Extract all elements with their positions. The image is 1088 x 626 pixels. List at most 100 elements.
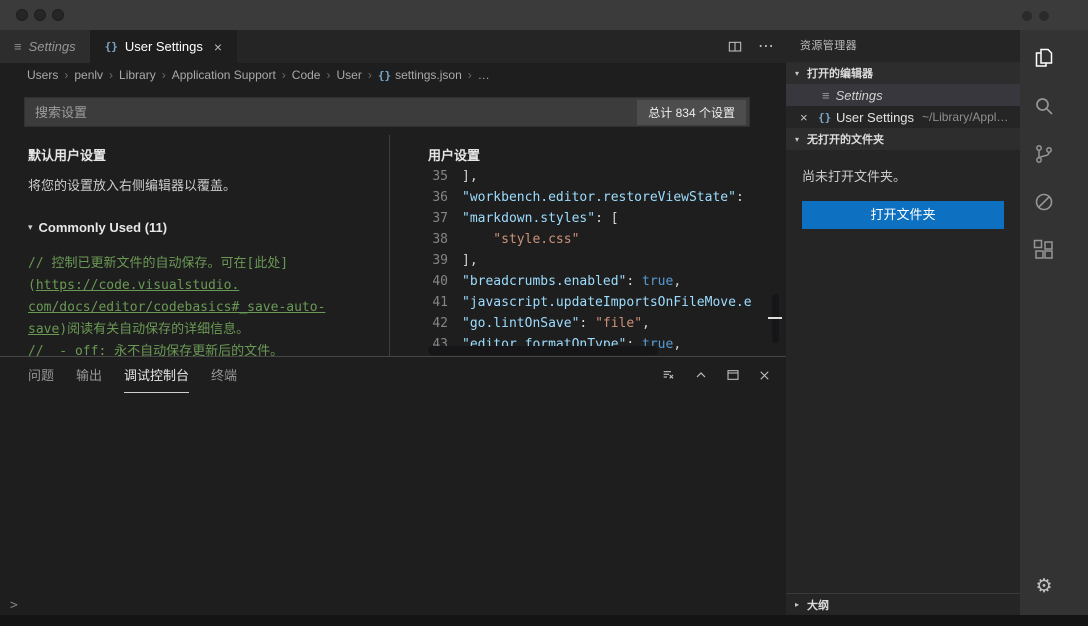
open-folder-button[interactable]: 打开文件夹 (802, 201, 1004, 229)
line-number: 35 (420, 166, 448, 187)
code-text: "style.css" (462, 229, 579, 250)
section-label: 无打开的文件夹 (807, 131, 884, 147)
user-settings-header: 用户设置 (428, 145, 786, 164)
code-token: : (579, 316, 595, 331)
breadcrumb-separator: › (64, 68, 68, 82)
chevron-down-icon: ▾ (792, 135, 802, 144)
breadcrumb-separator: › (468, 68, 472, 82)
breadcrumb-label: Users (27, 68, 58, 82)
debug-console-input[interactable]: > (0, 595, 786, 615)
breadcrumb-label: Code (292, 68, 321, 82)
code-line: 39], (420, 250, 786, 271)
bottom-panel: 问题输出调试控制台终端 (0, 356, 786, 626)
horizontal-scrollbar[interactable] (428, 346, 658, 355)
comment-text: save (28, 322, 59, 337)
open-editor-label: Settings (836, 88, 883, 103)
close-tab-icon[interactable]: × (214, 39, 222, 55)
panel-tabs: 问题输出调试控制台终端 (28, 357, 237, 393)
section-label: 大纲 (807, 597, 829, 613)
titlebar-dot (1039, 11, 1049, 21)
breadcrumb-label: penlv (74, 68, 103, 82)
restore-panel-icon[interactable] (725, 367, 741, 383)
chevron-right-icon: ▸ (792, 600, 802, 609)
code-line: 37"markdown.styles": [ (420, 208, 786, 229)
breadcrumb-label: Application Support (172, 68, 276, 82)
open-editor-path: ~/Library/Appl… (922, 110, 1008, 124)
breadcrumb-item[interactable]: … (478, 68, 490, 82)
commonly-used-section[interactable]: ▾ Commonly Used (11) (28, 220, 389, 235)
code-token: , (673, 274, 681, 289)
panel-tab[interactable]: 调试控制台 (124, 358, 189, 393)
code-line: 38 "style.css" (420, 229, 786, 250)
zoom-window-button[interactable] (52, 9, 64, 21)
comment-text: com/docs/editor/codebasics#_save-auto- (28, 300, 325, 315)
close-panel-icon[interactable] (757, 368, 772, 383)
code-text: "go.lintOnSave": "file", (462, 313, 650, 334)
comment-line: com/docs/editor/codebasics#_save-auto- (28, 297, 389, 319)
open-editor-item-settings[interactable]: ≡ Settings (786, 84, 1020, 106)
comment-line: save)阅读有关自动保存的详细信息。 (28, 319, 389, 341)
prompt-chevron-icon: > (10, 598, 18, 613)
code-text: ], (462, 250, 478, 271)
debug-console-output[interactable] (0, 393, 786, 595)
vscode-window: ≡ Settings {} User Settings × ⋯ (0, 0, 1088, 626)
activity-explorer-icon[interactable] (1020, 34, 1068, 82)
more-actions-icon[interactable]: ⋯ (758, 42, 774, 52)
code-line: 40 "breadcrumbs.enabled": true, (420, 271, 786, 292)
open-editors-header[interactable]: ▾ 打开的编辑器 (786, 62, 1020, 84)
comment-text: )阅读有关自动保存的详细信息。 (59, 322, 249, 337)
code-token: : [ (595, 211, 618, 226)
no-folder-header[interactable]: ▾ 无打开的文件夹 (786, 128, 1020, 150)
default-settings-pane[interactable]: 默认用户设置 将您的设置放入右侧编辑器以覆盖。 ▾ Commonly Used … (0, 135, 390, 356)
line-number: 39 (420, 250, 448, 271)
panel-tab[interactable]: 输出 (76, 358, 102, 393)
user-settings-code: 35],36"workbench.editor.restoreViewState… (420, 166, 786, 356)
tab-user-settings[interactable]: {} User Settings × (91, 30, 237, 63)
code-token: : (736, 190, 744, 205)
maximize-panel-icon[interactable] (693, 367, 709, 383)
breadcrumb-separator: › (326, 68, 330, 82)
default-settings-header: 默认用户设置 (28, 145, 389, 164)
panel-tab[interactable]: 问题 (28, 358, 54, 393)
minimize-window-button[interactable] (34, 9, 46, 21)
open-editor-item-user-settings[interactable]: × {} User Settings ~/Library/Appl… (786, 106, 1020, 128)
tab-settings[interactable]: ≡ Settings (0, 30, 91, 63)
breadcrumb-item[interactable]: Library (119, 68, 156, 82)
outline-header[interactable]: ▸ 大纲 (786, 593, 1020, 615)
breadcrumb-separator: › (162, 68, 166, 82)
activity-bar: ⚙ (1020, 30, 1088, 626)
activity-source-control-icon[interactable] (1020, 130, 1068, 178)
line-number: 37 (420, 208, 448, 229)
split-editor-icon[interactable] (727, 39, 743, 55)
explorer-sidebar: 资源管理器 ▾ 打开的编辑器 ≡ Settings × {} User Sett… (786, 30, 1020, 626)
code-token: true (642, 274, 673, 289)
breadcrumb-label: User (336, 68, 361, 82)
settings-gear-icon[interactable]: ⚙ (1020, 575, 1068, 598)
no-folder-message: 尚未打开文件夹。 (802, 166, 1004, 185)
chevron-down-icon: ▾ (28, 222, 33, 233)
breadcrumb-label: settings.json (395, 68, 462, 82)
clear-console-icon[interactable] (661, 367, 677, 383)
breadcrumb-item[interactable]: penlv (74, 68, 103, 82)
panel-tab[interactable]: 终端 (211, 358, 237, 393)
comment-line: // 控制已更新文件的自动保存。可在[此处] (28, 253, 389, 275)
user-settings-pane[interactable]: 用户设置 35],36"workbench.editor.restoreView… (390, 135, 786, 356)
settings-count-badge: 总计 834 个设置 (637, 100, 746, 125)
breadcrumb-item[interactable]: Code (292, 68, 321, 82)
activity-search-icon[interactable] (1020, 82, 1068, 130)
breadcrumb-item[interactable]: {}settings.json (378, 68, 462, 82)
breadcrumb-item[interactable]: User (336, 68, 361, 82)
breadcrumb-item[interactable]: Application Support (172, 68, 276, 82)
close-window-button[interactable] (16, 9, 28, 21)
activity-debug-icon[interactable] (1020, 178, 1068, 226)
code-text: "breadcrumbs.enabled": true, (462, 271, 681, 292)
activity-extensions-icon[interactable] (1020, 226, 1068, 274)
code-token: ], (462, 169, 478, 184)
line-number: 36 (420, 187, 448, 208)
line-number: 40 (420, 271, 448, 292)
search-input[interactable] (25, 105, 637, 120)
breadcrumb-item[interactable]: Users (27, 68, 58, 82)
breadcrumb-separator: › (282, 68, 286, 82)
code-text: ], (462, 166, 478, 187)
close-icon[interactable]: × (800, 110, 816, 125)
